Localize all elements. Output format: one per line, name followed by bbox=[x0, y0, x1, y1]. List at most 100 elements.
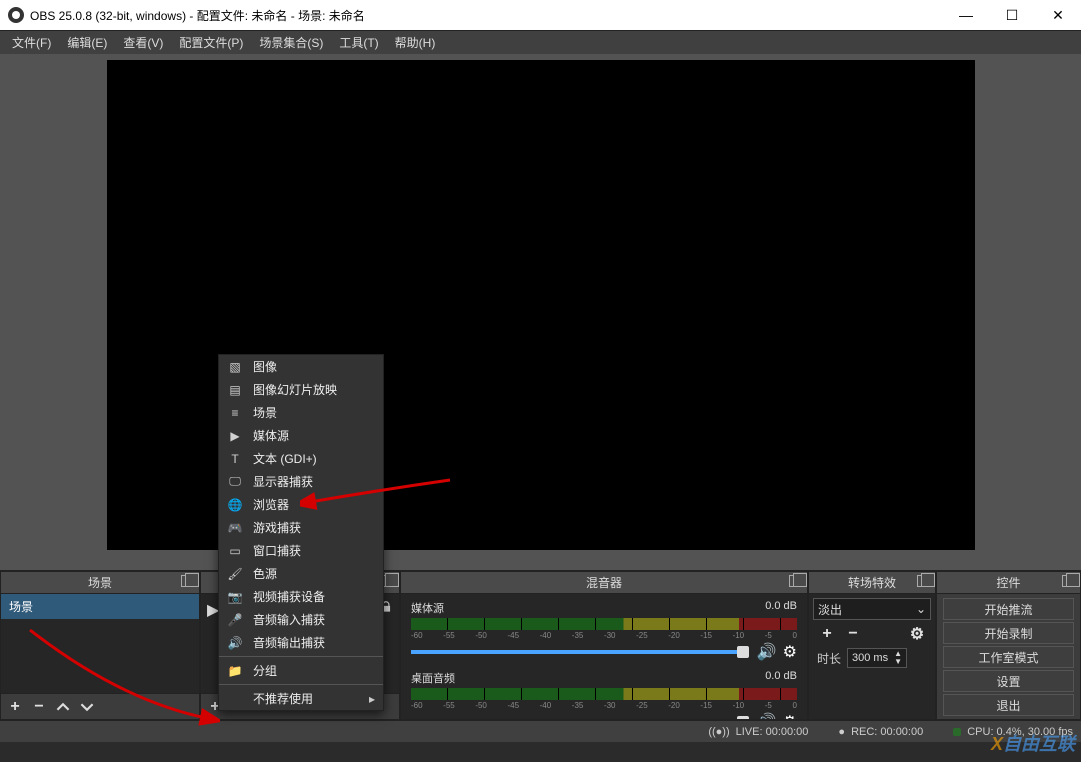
chevron-right-icon: ▸ bbox=[369, 692, 375, 706]
mixer-ch1-meter bbox=[411, 618, 797, 630]
mixer-ch2-name: 桌面音频 bbox=[411, 670, 455, 686]
mic-icon: 🎤 bbox=[227, 613, 243, 627]
transitions-header: 转场特效 bbox=[809, 572, 935, 594]
mixer-ch1-speaker-icon[interactable]: 🔊 bbox=[757, 642, 777, 662]
ctx-separator bbox=[219, 684, 383, 685]
controls-header: 控件 bbox=[937, 572, 1080, 594]
menu-help[interactable]: 帮助(H) bbox=[387, 32, 444, 53]
mixer-ch1-level: 0.0 dB bbox=[765, 600, 797, 616]
scenes-title: 场景 bbox=[88, 574, 112, 591]
minimize-button[interactable]: — bbox=[943, 0, 989, 30]
speaker-icon: 🔊 bbox=[227, 636, 243, 650]
add-source-context-menu: ▧图像 ▤图像幻灯片放映 ≡场景 ▶媒体源 T文本 (GDI+) 🖵显示器捕获 … bbox=[218, 354, 384, 711]
mixer-ch1-slider[interactable] bbox=[411, 650, 749, 654]
controls-panel: 控件 开始推流 开始录制 工作室模式 设置 退出 bbox=[936, 571, 1081, 720]
mixer-ch2-gear-icon[interactable]: ⚙ bbox=[783, 712, 797, 719]
mixer-title: 混音器 bbox=[586, 574, 622, 591]
ctx-video-capture[interactable]: 📷视频捕获设备 bbox=[219, 585, 383, 608]
transition-mode-value: 淡出 bbox=[818, 601, 842, 618]
bottom-panels: 场景 场景 + − 来源 ▶ + − bbox=[0, 570, 1081, 720]
scenes-remove-button[interactable]: − bbox=[29, 697, 49, 717]
transition-add-button[interactable]: + bbox=[817, 624, 837, 644]
window-title: OBS 25.0.8 (32-bit, windows) - 配置文件: 未命名… bbox=[30, 7, 365, 24]
brush-icon: 🖌 bbox=[227, 567, 243, 581]
transition-select[interactable]: 淡出 ⌄ bbox=[813, 598, 931, 620]
scene-icon: ≡ bbox=[227, 406, 243, 420]
menu-profile[interactable]: 配置文件(P) bbox=[171, 32, 251, 53]
start-streaming-button[interactable]: 开始推流 bbox=[943, 598, 1074, 620]
transition-duration-value: 300 ms bbox=[852, 652, 888, 664]
mixer-ch1-gear-icon[interactable]: ⚙ bbox=[783, 642, 797, 662]
scenes-down-button[interactable] bbox=[77, 697, 97, 717]
ctx-separator bbox=[219, 656, 383, 657]
menu-file[interactable]: 文件(F) bbox=[4, 32, 59, 53]
mixer-panel: 混音器 媒体源 0.0 dB -60-55-50-45-40-35-30-25-2… bbox=[400, 571, 808, 720]
scenes-toolbar: + − bbox=[1, 693, 199, 719]
status-bar: ((●))LIVE: 00:00:00 ●REC: 00:00:00 CPU: … bbox=[0, 720, 1081, 742]
ctx-audio-output[interactable]: 🔊音频输出捕获 bbox=[219, 631, 383, 654]
ctx-scene[interactable]: ≡场景 bbox=[219, 401, 383, 424]
transitions-panel: 转场特效 淡出 ⌄ + − ⚙ 时长 300 ms ▲▼ bbox=[808, 571, 936, 720]
mixer-header: 混音器 bbox=[401, 572, 807, 594]
mixer-ch1-ticks: -60-55-50-45-40-35-30-25-20-15-10-50 bbox=[411, 631, 797, 640]
ctx-game-capture[interactable]: 🎮游戏捕获 bbox=[219, 516, 383, 539]
ctx-text[interactable]: T文本 (GDI+) bbox=[219, 447, 383, 470]
ctx-display-capture[interactable]: 🖵显示器捕获 bbox=[219, 470, 383, 493]
maximize-button[interactable]: ☐ bbox=[989, 0, 1035, 30]
transition-remove-button[interactable]: − bbox=[843, 624, 863, 644]
studio-mode-button[interactable]: 工作室模式 bbox=[943, 646, 1074, 668]
ctx-slideshow[interactable]: ▤图像幻灯片放映 bbox=[219, 378, 383, 401]
spin-down-icon[interactable]: ▼ bbox=[894, 658, 902, 666]
menu-edit[interactable]: 编辑(E) bbox=[59, 32, 115, 53]
media-icon: ▶ bbox=[227, 429, 243, 443]
mixer-channel-desktop: 桌面音频 0.0 dB -60-55-50-45-40-35-30-25-20-1… bbox=[401, 664, 807, 719]
scenes-popout-icon[interactable] bbox=[181, 575, 195, 589]
transitions-title: 转场特效 bbox=[848, 574, 896, 591]
mixer-ch2-level: 0.0 dB bbox=[765, 670, 797, 686]
ctx-window-capture[interactable]: ▭窗口捕获 bbox=[219, 539, 383, 562]
controls-title: 控件 bbox=[996, 574, 1020, 591]
ctx-media[interactable]: ▶媒体源 bbox=[219, 424, 383, 447]
status-live: ((●))LIVE: 00:00:00 bbox=[708, 726, 808, 738]
mixer-ch2-ticks: -60-55-50-45-40-35-30-25-20-15-10-50 bbox=[411, 701, 797, 710]
globe-icon: 🌐 bbox=[227, 498, 243, 512]
mixer-ch1-name: 媒体源 bbox=[411, 600, 444, 616]
ctx-group[interactable]: 📁分组 bbox=[219, 659, 383, 682]
settings-button[interactable]: 设置 bbox=[943, 670, 1074, 692]
ctx-image[interactable]: ▧图像 bbox=[219, 355, 383, 378]
camera-icon: 📷 bbox=[227, 590, 243, 604]
text-icon: T bbox=[227, 452, 243, 466]
scene-list-item[interactable]: 场景 bbox=[1, 594, 199, 619]
scenes-add-button[interactable]: + bbox=[5, 697, 25, 717]
image-icon: ▧ bbox=[227, 360, 243, 374]
transition-settings-button[interactable]: ⚙ bbox=[907, 624, 927, 644]
start-recording-button[interactable]: 开始录制 bbox=[943, 622, 1074, 644]
ctx-browser[interactable]: 🌐浏览器 bbox=[219, 493, 383, 516]
ctx-color-source[interactable]: 🖌色源 bbox=[219, 562, 383, 585]
exit-button[interactable]: 退出 bbox=[943, 694, 1074, 716]
transition-duration-input[interactable]: 300 ms ▲▼ bbox=[847, 648, 907, 668]
window-titlebar: OBS 25.0.8 (32-bit, windows) - 配置文件: 未命名… bbox=[0, 0, 1081, 30]
menu-tools[interactable]: 工具(T) bbox=[331, 32, 386, 53]
menubar: 文件(F) 编辑(E) 查看(V) 配置文件(P) 场景集合(S) 工具(T) … bbox=[0, 30, 1081, 54]
transition-duration-label: 时长 bbox=[817, 650, 841, 667]
ctx-audio-input[interactable]: 🎤音频输入捕获 bbox=[219, 608, 383, 631]
ctx-deprecated[interactable]: 不推荐使用▸ bbox=[219, 687, 383, 710]
close-button[interactable]: ✕ bbox=[1035, 0, 1081, 30]
mixer-ch2-speaker-icon[interactable]: 🔊 bbox=[757, 712, 777, 719]
mixer-channel-media: 媒体源 0.0 dB -60-55-50-45-40-35-30-25-20-15… bbox=[401, 594, 807, 664]
game-icon: 🎮 bbox=[227, 521, 243, 535]
obs-logo-icon bbox=[8, 7, 24, 23]
controls-popout-icon[interactable] bbox=[1062, 575, 1076, 589]
status-rec: ●REC: 00:00:00 bbox=[838, 726, 923, 738]
status-cpu: CPU: 0.4%, 30.00 fps bbox=[953, 726, 1073, 738]
chevron-down-icon: ⌄ bbox=[916, 602, 926, 616]
menu-view[interactable]: 查看(V) bbox=[115, 32, 171, 53]
transitions-popout-icon[interactable] bbox=[917, 575, 931, 589]
menu-scene-collection[interactable]: 场景集合(S) bbox=[251, 32, 331, 53]
scenes-up-button[interactable] bbox=[53, 697, 73, 717]
scenes-panel: 场景 场景 + − bbox=[0, 571, 200, 720]
window-icon: ▭ bbox=[227, 544, 243, 558]
mixer-popout-icon[interactable] bbox=[789, 575, 803, 589]
folder-icon: 📁 bbox=[227, 664, 243, 678]
